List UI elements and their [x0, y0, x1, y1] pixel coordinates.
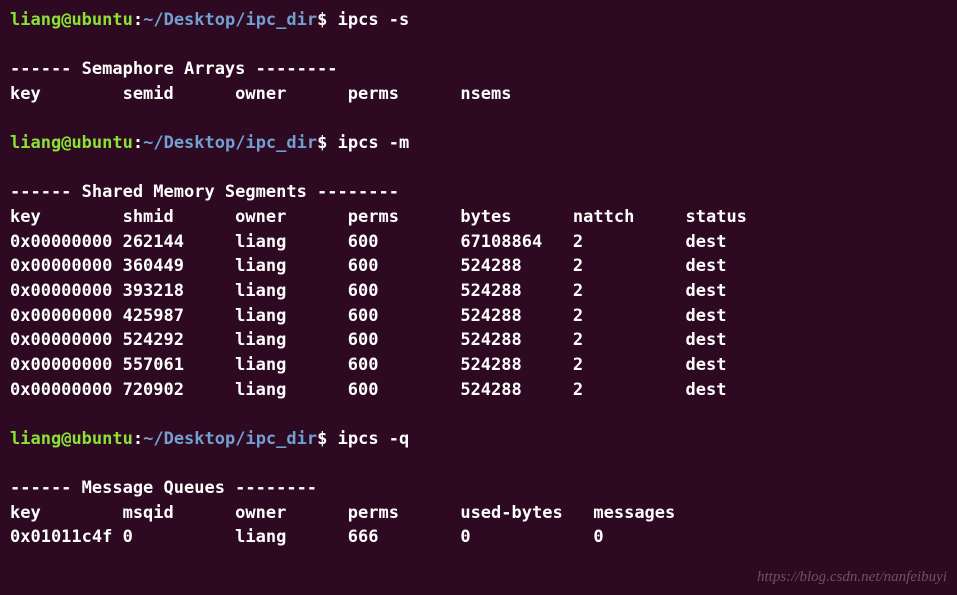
shm-title: ------ Shared Memory Segments --------	[10, 180, 947, 205]
shm-row: 0x00000000 557061 liang 600 524288 2 des…	[10, 353, 947, 378]
at-sign: @	[61, 10, 71, 30]
semaphore-header: key semid owner perms nsems	[10, 82, 947, 107]
command-3	[327, 429, 337, 449]
prompt-user: liang	[10, 10, 61, 30]
prompt-user: liang	[10, 133, 61, 153]
shm-row: 0x00000000 262144 liang 600 67108864 2 d…	[10, 230, 947, 255]
prompt-path: ~/Desktop/ipc_dir	[143, 133, 317, 153]
colon: :	[133, 10, 143, 30]
prompt-user: liang	[10, 429, 61, 449]
command-text-2: ipcs -m	[338, 133, 410, 153]
prompt-host: ubuntu	[71, 10, 132, 30]
prompt-path: ~/Desktop/ipc_dir	[143, 429, 317, 449]
blank-line	[10, 107, 947, 132]
shm-row: 0x00000000 524292 liang 600 524288 2 des…	[10, 328, 947, 353]
prompt-line-1[interactable]: liang@ubuntu:~/Desktop/ipc_dir$ ipcs -s	[10, 8, 947, 33]
blank-line	[10, 452, 947, 477]
blank-line	[10, 33, 947, 58]
colon: :	[133, 429, 143, 449]
blank-line	[10, 156, 947, 181]
colon: :	[133, 133, 143, 153]
prompt-line-2[interactable]: liang@ubuntu:~/Desktop/ipc_dir$ ipcs -m	[10, 131, 947, 156]
prompt-host: ubuntu	[71, 133, 132, 153]
prompt-host: ubuntu	[71, 429, 132, 449]
at-sign: @	[61, 133, 71, 153]
msg-row: 0x01011c4f 0 liang 666 0 0	[10, 525, 947, 550]
command-2	[327, 133, 337, 153]
msg-title: ------ Message Queues --------	[10, 476, 947, 501]
prompt-path: ~/Desktop/ipc_dir	[143, 10, 317, 30]
command-text-1: ipcs -s	[338, 10, 410, 30]
blank-line	[10, 402, 947, 427]
command-1	[327, 10, 337, 30]
semaphore-title: ------ Semaphore Arrays --------	[10, 57, 947, 82]
shm-row: 0x00000000 425987 liang 600 524288 2 des…	[10, 304, 947, 329]
watermark: https://blog.csdn.net/nanfeibuyi	[757, 567, 947, 589]
shm-row: 0x00000000 720902 liang 600 524288 2 des…	[10, 378, 947, 403]
shm-row: 0x00000000 393218 liang 600 524288 2 des…	[10, 279, 947, 304]
dollar: $	[317, 10, 327, 30]
shm-header: key shmid owner perms bytes nattch statu…	[10, 205, 947, 230]
shm-row: 0x00000000 360449 liang 600 524288 2 des…	[10, 254, 947, 279]
dollar: $	[317, 429, 327, 449]
prompt-line-3[interactable]: liang@ubuntu:~/Desktop/ipc_dir$ ipcs -q	[10, 427, 947, 452]
dollar: $	[317, 133, 327, 153]
at-sign: @	[61, 429, 71, 449]
command-text-3: ipcs -q	[338, 429, 410, 449]
msg-header: key msqid owner perms used-bytes message…	[10, 501, 947, 526]
